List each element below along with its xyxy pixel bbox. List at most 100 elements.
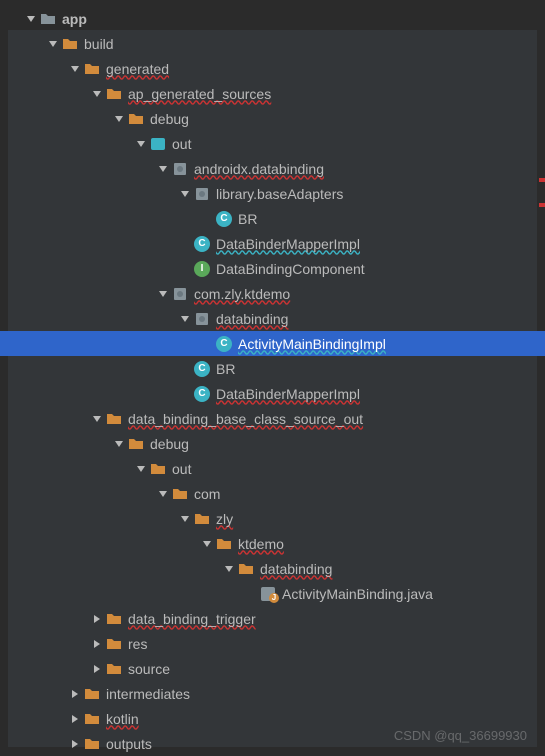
tree-label: BR [238, 211, 545, 227]
tree-label: ap_generated_sources [128, 86, 545, 102]
chevron-down-icon [136, 464, 146, 474]
watermark: CSDN @qq_36699930 [394, 728, 527, 743]
tree-item-ap-generated[interactable]: ap_generated_sources [0, 81, 545, 106]
package-icon [172, 286, 188, 302]
tree-label: source [128, 661, 545, 677]
folder-icon [128, 111, 144, 127]
chevron-down-icon [26, 14, 36, 24]
tree-item-br2[interactable]: C BR [0, 356, 545, 381]
tree-item-source[interactable]: source [0, 656, 545, 681]
tree-item-out[interactable]: out [0, 131, 545, 156]
chevron-down-icon [48, 39, 58, 49]
chevron-right-icon [70, 714, 80, 724]
tree-item-com-zly-ktdemo[interactable]: com.zly.ktdemo [0, 281, 545, 306]
chevron-down-icon [158, 289, 168, 299]
folder-icon [150, 461, 166, 477]
tree-item-activitymainbindingimpl[interactable]: C ActivityMainBindingImpl [0, 331, 545, 356]
tree-label: BR [216, 361, 545, 377]
folder-icon [194, 511, 210, 527]
package-icon [172, 161, 188, 177]
tree-label: kotlin [106, 711, 545, 727]
tree-label: databinding [260, 561, 545, 577]
tree-label: generated [106, 61, 545, 77]
tree-item-library-baseadapters[interactable]: library.baseAdapters [0, 181, 545, 206]
chevron-down-icon [180, 189, 190, 199]
chevron-down-icon [92, 89, 102, 99]
folder-icon [84, 61, 100, 77]
tree-item-app[interactable]: app [0, 6, 545, 31]
tree-item-databinding2[interactable]: databinding [0, 556, 545, 581]
chevron-down-icon [114, 114, 124, 124]
folder-icon [106, 661, 122, 677]
chevron-right-icon [70, 739, 80, 749]
tree-label: DataBinderMapperImpl [216, 236, 545, 252]
tree-item-androidx-databinding[interactable]: androidx.databinding [0, 156, 545, 181]
tree-item-br[interactable]: C BR [0, 206, 545, 231]
tree-item-activitymainbinding-java[interactable]: ActivityMainBinding.java [0, 581, 545, 606]
tree-item-debug2[interactable]: debug [0, 431, 545, 456]
tree-item-data-binding-trigger[interactable]: data_binding_trigger [0, 606, 545, 631]
tree-item-com[interactable]: com [0, 481, 545, 506]
tree-item-databindermapperimpl2[interactable]: C DataBinderMapperImpl [0, 381, 545, 406]
tree-label: out [172, 461, 545, 477]
chevron-down-icon [180, 314, 190, 324]
folder-icon [84, 711, 100, 727]
tree-label: com [194, 486, 545, 502]
tree-item-zly[interactable]: zly [0, 506, 545, 531]
chevron-right-icon [92, 614, 102, 624]
folder-icon [106, 636, 122, 652]
chevron-down-icon [224, 564, 234, 574]
chevron-down-icon [136, 139, 146, 149]
chevron-down-icon [92, 414, 102, 424]
chevron-down-icon [180, 514, 190, 524]
project-tree[interactable]: app build generated ap_generated_sources… [0, 0, 545, 756]
chevron-right-icon [70, 689, 80, 699]
tree-label: DataBindingComponent [216, 261, 545, 277]
tree-label: DataBinderMapperImpl [216, 386, 545, 402]
package-icon [194, 311, 210, 327]
folder-icon [106, 86, 122, 102]
tree-item-databinding[interactable]: databinding [0, 306, 545, 331]
tree-label: app [62, 11, 545, 27]
tree-label: zly [216, 511, 545, 527]
tree-item-out2[interactable]: out [0, 456, 545, 481]
tree-label: data_binding_base_class_source_out [128, 411, 545, 427]
chevron-down-icon [158, 489, 168, 499]
tree-label: res [128, 636, 545, 652]
tree-label: build [84, 36, 545, 52]
tree-label: com.zly.ktdemo [194, 286, 545, 302]
class-icon: C [194, 236, 210, 252]
folder-icon [238, 561, 254, 577]
tree-label: ktdemo [238, 536, 545, 552]
tree-item-data-binding-base[interactable]: data_binding_base_class_source_out [0, 406, 545, 431]
java-file-icon [260, 586, 276, 602]
tree-label: data_binding_trigger [128, 611, 545, 627]
folder-icon [172, 486, 188, 502]
folder-icon [84, 736, 100, 752]
chevron-right-icon [92, 664, 102, 674]
folder-icon [84, 686, 100, 702]
tree-label: debug [150, 436, 545, 452]
tree-item-intermediates[interactable]: intermediates [0, 681, 545, 706]
class-icon: C [216, 211, 232, 227]
tree-item-debug[interactable]: debug [0, 106, 545, 131]
tree-item-res[interactable]: res [0, 631, 545, 656]
module-icon [40, 11, 56, 27]
interface-icon: I [194, 261, 210, 277]
tree-item-databindingcomponent[interactable]: I DataBindingComponent [0, 256, 545, 281]
tree-label: debug [150, 111, 545, 127]
tree-label: ActivityMainBinding.java [282, 586, 545, 602]
tree-item-build[interactable]: build [0, 31, 545, 56]
tree-item-generated[interactable]: generated [0, 56, 545, 81]
tree-label: databinding [216, 311, 545, 327]
tree-item-databindermapperimpl[interactable]: C DataBinderMapperImpl [0, 231, 545, 256]
source-root-icon [150, 136, 166, 152]
folder-icon [128, 436, 144, 452]
folder-icon [62, 36, 78, 52]
tree-label: androidx.databinding [194, 161, 545, 177]
folder-icon [106, 411, 122, 427]
class-icon: C [216, 336, 232, 352]
tree-item-ktdemo[interactable]: ktdemo [0, 531, 545, 556]
package-icon [194, 186, 210, 202]
tree-label: ActivityMainBindingImpl [238, 336, 545, 352]
